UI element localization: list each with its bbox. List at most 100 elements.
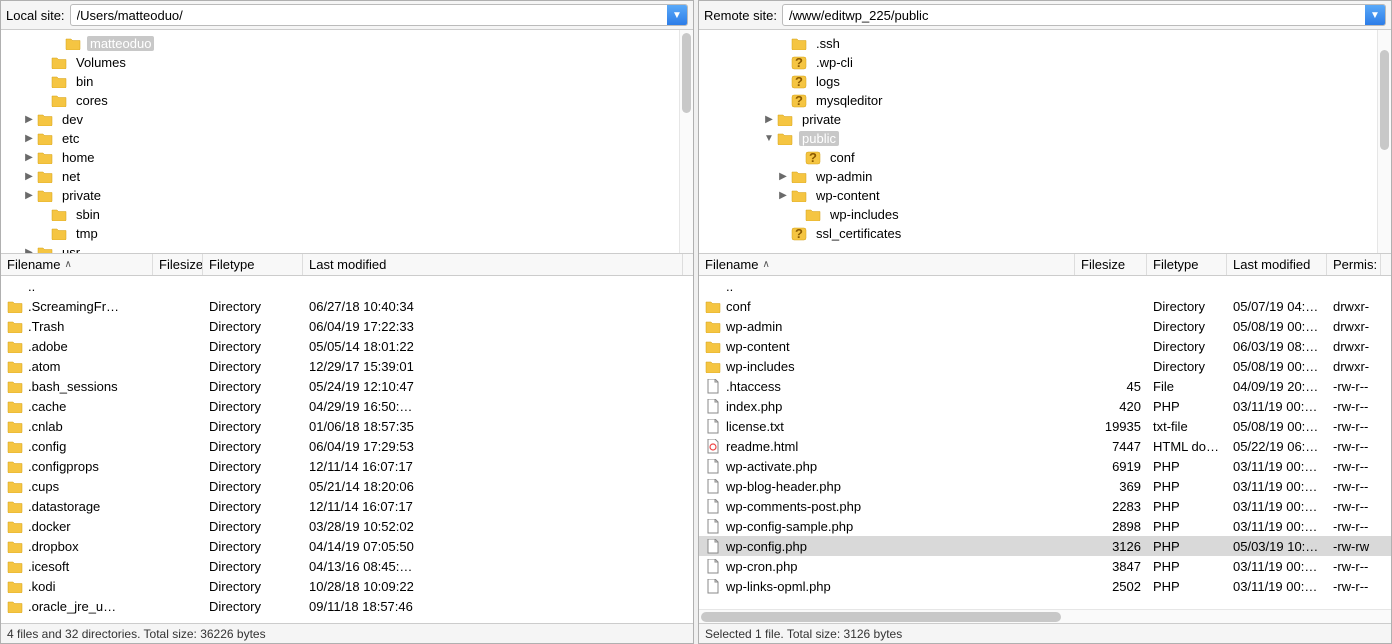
file-row[interactable]: wp-comments-post.php2283PHP03/11/19 00:……: [699, 496, 1391, 516]
tree-item[interactable]: ▶net: [1, 167, 679, 186]
column-header-filetype[interactable]: Filetype: [203, 254, 303, 275]
local-tree-scrollbar[interactable]: [679, 30, 693, 253]
local-path-dropdown-icon[interactable]: ▼: [667, 5, 687, 25]
folder-icon: [7, 379, 23, 393]
file-row[interactable]: .atomDirectory12/29/17 15:39:01: [1, 356, 693, 376]
file-row[interactable]: wp-config-sample.php2898PHP03/11/19 00:……: [699, 516, 1391, 536]
file-row[interactable]: wp-adminDirectory05/08/19 00:…drwxr-: [699, 316, 1391, 336]
file-row[interactable]: license.txt19935txt-file05/08/19 00:…-rw…: [699, 416, 1391, 436]
file-row[interactable]: wp-includesDirectory05/08/19 00:…drwxr-: [699, 356, 1391, 376]
file-modified: 04/13/16 08:45:…: [303, 559, 683, 574]
remote-tree-scrollbar[interactable]: [1377, 30, 1391, 253]
tree-item[interactable]: wp-includes: [699, 205, 1377, 224]
expander-icon[interactable]: ▶: [23, 152, 35, 163]
file-row[interactable]: wp-blog-header.php369PHP03/11/19 00:…-rw…: [699, 476, 1391, 496]
expander-icon[interactable]: ▶: [23, 247, 35, 253]
folder-icon: [705, 359, 721, 373]
file-row[interactable]: .TrashDirectory06/04/19 17:22:33: [1, 316, 693, 336]
remote-tree: .ssh?.wp-cli?logs?mysqleditor▶private▼pu…: [699, 30, 1391, 254]
tree-item-label: home: [59, 150, 98, 165]
file-row[interactable]: index.php420PHP03/11/19 00:…-rw-r--: [699, 396, 1391, 416]
tree-item[interactable]: ▼public: [699, 129, 1377, 148]
local-path-input[interactable]: [75, 8, 667, 23]
tree-item[interactable]: matteoduo: [1, 34, 679, 53]
remote-path-dropdown-icon[interactable]: ▼: [1365, 5, 1385, 25]
file-name: .config: [28, 439, 66, 454]
tree-item[interactable]: ▶private: [1, 186, 679, 205]
file-row[interactable]: .oracle_jre_u…Directory09/11/18 18:57:46: [1, 596, 693, 616]
file-row[interactable]: ..: [699, 276, 1391, 296]
tree-item[interactable]: ?mysqleditor: [699, 91, 1377, 110]
tree-item[interactable]: ▶usr: [1, 243, 679, 253]
column-header-filename[interactable]: Filename∧: [1, 254, 153, 275]
tree-item[interactable]: ▶wp-content: [699, 186, 1377, 205]
tree-item[interactable]: ▶private: [699, 110, 1377, 129]
file-permissions: drwxr-: [1327, 299, 1381, 314]
remote-path-input[interactable]: [787, 8, 1365, 23]
file-row[interactable]: .cacheDirectory04/29/19 16:50:…: [1, 396, 693, 416]
file-type: txt-file: [1147, 419, 1227, 434]
expander-icon[interactable]: ▶: [777, 171, 789, 182]
file-row[interactable]: wp-config.php3126PHP05/03/19 10:…-rw-rw: [699, 536, 1391, 556]
file-row[interactable]: .configpropsDirectory12/11/14 16:07:17: [1, 456, 693, 476]
file-row[interactable]: wp-cron.php3847PHP03/11/19 00:…-rw-r--: [699, 556, 1391, 576]
tree-item[interactable]: ?ssl_certificates: [699, 224, 1377, 243]
expander-icon[interactable]: ▶: [777, 190, 789, 201]
file-row[interactable]: .bash_sessionsDirectory05/24/19 12:10:47: [1, 376, 693, 396]
file-row[interactable]: readme.html7447HTML do…05/22/19 06:…-rw-…: [699, 436, 1391, 456]
file-row[interactable]: .datastorageDirectory12/11/14 16:07:17: [1, 496, 693, 516]
file-row[interactable]: .cupsDirectory05/21/14 18:20:06: [1, 476, 693, 496]
tree-item[interactable]: tmp: [1, 224, 679, 243]
local-path-combobox[interactable]: ▼: [70, 4, 688, 26]
tree-item[interactable]: ?.wp-cli: [699, 53, 1377, 72]
expander-icon[interactable]: ▶: [23, 190, 35, 201]
file-row[interactable]: wp-links-opml.php2502PHP03/11/19 00:…-rw…: [699, 576, 1391, 596]
folder-icon: [37, 151, 53, 165]
file-row[interactable]: .icesoftDirectory04/13/16 08:45:…: [1, 556, 693, 576]
unknown-folder-icon: ?: [791, 94, 807, 108]
tree-item[interactable]: .ssh: [699, 34, 1377, 53]
expander-icon[interactable]: ▶: [23, 114, 35, 125]
expander-icon[interactable]: ▶: [23, 133, 35, 144]
file-modified: 03/11/19 00:…: [1227, 399, 1327, 414]
column-header-permissions[interactable]: Permis:: [1327, 254, 1381, 275]
tree-item[interactable]: ▶etc: [1, 129, 679, 148]
file-row[interactable]: ..: [1, 276, 693, 296]
tree-item[interactable]: ▶dev: [1, 110, 679, 129]
tree-item[interactable]: Volumes: [1, 53, 679, 72]
column-header-filesize[interactable]: Filesize: [1075, 254, 1147, 275]
file-row[interactable]: confDirectory05/07/19 04:…drwxr-: [699, 296, 1391, 316]
file-size: 420: [1075, 399, 1147, 414]
file-row[interactable]: .dropboxDirectory04/14/19 07:05:50: [1, 536, 693, 556]
file-row[interactable]: .dockerDirectory03/28/19 10:52:02: [1, 516, 693, 536]
expander-icon[interactable]: ▼: [763, 133, 775, 144]
column-header-filetype[interactable]: Filetype: [1147, 254, 1227, 275]
file-row[interactable]: .ScreamingFr…Directory06/27/18 10:40:34: [1, 296, 693, 316]
remote-horizontal-scrollbar[interactable]: [699, 609, 1391, 623]
file-row[interactable]: .cnlabDirectory01/06/18 18:57:35: [1, 416, 693, 436]
tree-item[interactable]: ?conf: [699, 148, 1377, 167]
file-row[interactable]: wp-activate.php6919PHP03/11/19 00:…-rw-r…: [699, 456, 1391, 476]
file-row[interactable]: .htaccess45File04/09/19 20:…-rw-r--: [699, 376, 1391, 396]
folder-icon: [791, 189, 807, 203]
expander-icon[interactable]: ▶: [23, 171, 35, 182]
column-header-filesize[interactable]: Filesize: [153, 254, 203, 275]
tree-item[interactable]: sbin: [1, 205, 679, 224]
tree-item[interactable]: ▶ home: [1, 148, 679, 167]
tree-item[interactable]: bin: [1, 72, 679, 91]
folder-icon: [7, 299, 23, 313]
remote-path-combobox[interactable]: ▼: [782, 4, 1386, 26]
remote-file-list-header: Filename∧FilesizeFiletypeLast modifiedPe…: [699, 254, 1391, 276]
file-row[interactable]: .adobeDirectory05/05/14 18:01:22: [1, 336, 693, 356]
tree-item[interactable]: cores: [1, 91, 679, 110]
column-header-filename[interactable]: Filename∧: [699, 254, 1075, 275]
column-header-last_modified[interactable]: Last modified: [1227, 254, 1327, 275]
column-header-last_modified[interactable]: Last modified: [303, 254, 683, 275]
folder-icon: [7, 479, 23, 493]
tree-item[interactable]: ?logs: [699, 72, 1377, 91]
file-row[interactable]: wp-contentDirectory06/03/19 08:…drwxr-: [699, 336, 1391, 356]
tree-item[interactable]: ▶wp-admin: [699, 167, 1377, 186]
file-row[interactable]: .configDirectory06/04/19 17:29:53: [1, 436, 693, 456]
expander-icon[interactable]: ▶: [763, 114, 775, 125]
file-row[interactable]: .kodiDirectory10/28/18 10:09:22: [1, 576, 693, 596]
